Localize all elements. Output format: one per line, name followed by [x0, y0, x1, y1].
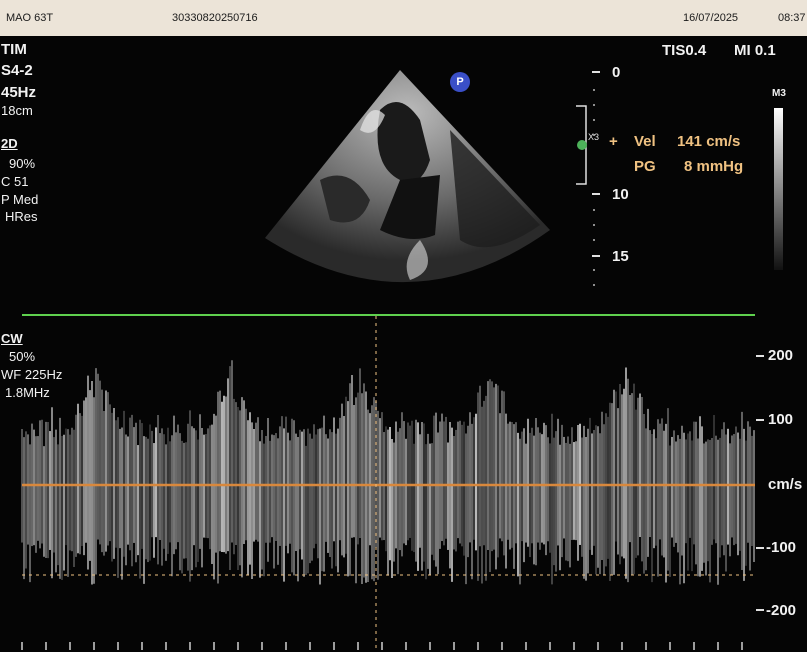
- time-axis-ticks: [21, 642, 743, 650]
- mode-2d-contrast: C 51: [1, 174, 29, 189]
- preset-label: TIM: [1, 41, 27, 58]
- svg-text:X3: X3: [588, 132, 599, 142]
- spectral-trace: [21, 360, 755, 585]
- cursor-icon: +: [609, 133, 618, 150]
- vel-label: Vel: [634, 133, 656, 150]
- depth-label: 18cm: [1, 103, 33, 118]
- vel-value: 141 cm/s: [677, 133, 741, 150]
- colormap-label: M3: [772, 88, 786, 99]
- exam-date: 16/07/2025: [683, 12, 739, 24]
- grayscale-bar: [774, 108, 783, 270]
- mode-2d-persistence: P Med: [1, 192, 39, 207]
- header-bar: MAO 63T 30330820250716 16/07/2025 08:37: [0, 0, 807, 36]
- sector-shadow: [450, 130, 540, 248]
- mi-value: MI 0.1: [734, 42, 776, 59]
- velocity-unit-label: cm/s: [768, 476, 803, 493]
- patient-name: MAO 63T: [6, 12, 54, 24]
- mode-2d-title: 2D: [1, 136, 18, 151]
- echo-sector-image: [265, 70, 550, 283]
- pg-value: 8 mmHg: [684, 158, 744, 175]
- mode-2d-resolution: HRes: [5, 209, 38, 224]
- doppler-spectrum: [21, 314, 764, 652]
- tis-value: TIS0.4: [662, 42, 707, 59]
- frame-rate-label: 45Hz: [1, 84, 37, 101]
- probe-marker-icon: P: [450, 72, 470, 92]
- doppler-gate[interactable]: X3: [572, 100, 612, 190]
- patient-id: 30330820250716: [172, 12, 258, 24]
- velocity-label-100: 100: [768, 411, 794, 428]
- depth-label-10: 10: [612, 186, 629, 203]
- velocity-label-neg200: -200: [766, 602, 797, 619]
- depth-label-0: 0: [612, 64, 621, 81]
- velocity-label-200: 200: [768, 347, 794, 364]
- velocity-label-neg100: -100: [766, 539, 797, 556]
- pg-label: PG: [634, 158, 656, 175]
- exam-time: 08:37: [778, 12, 806, 24]
- mode-2d-gain: 90%: [9, 156, 36, 171]
- probe-label: S4-2: [1, 62, 33, 79]
- depth-label-15: 15: [612, 248, 629, 265]
